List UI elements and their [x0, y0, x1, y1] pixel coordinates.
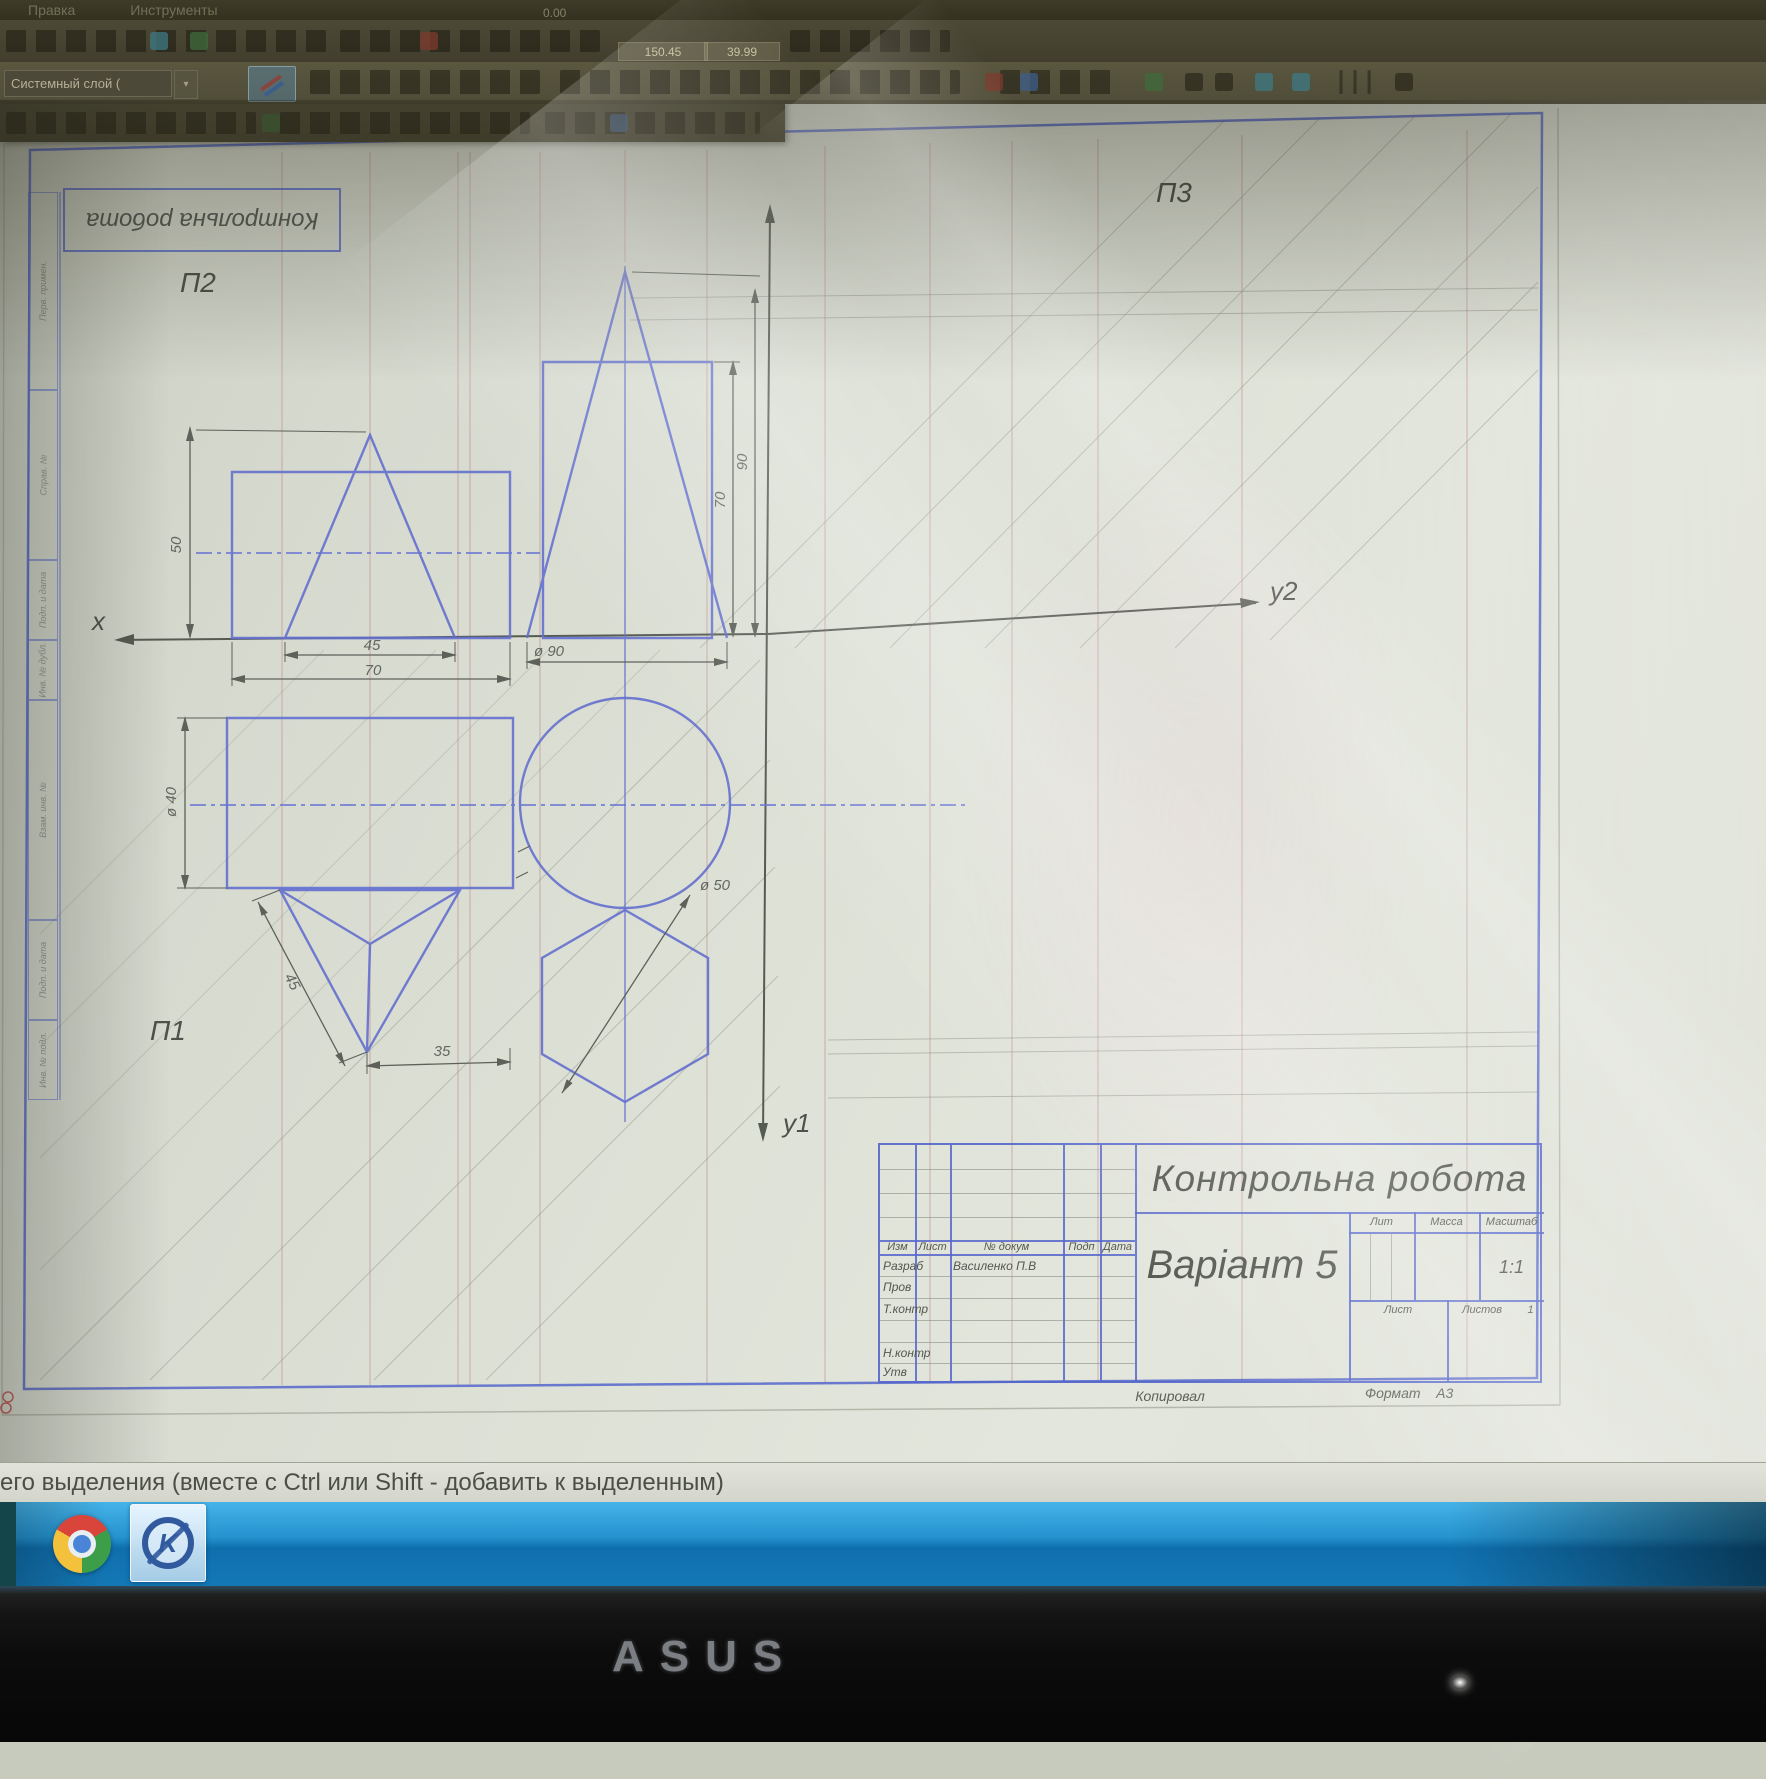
corner-stamp: Контрольна робота — [63, 188, 341, 252]
axis-y2-label: y2 — [1268, 576, 1298, 606]
monitor-brand-logo: ASUS — [612, 1632, 798, 1682]
axis-labels: x y1 y2 — [90, 576, 1298, 1138]
layer-selector[interactable]: Системный слой ( — [4, 70, 172, 97]
dim-hex-dia: ø 50 — [700, 877, 731, 894]
toolbar-icon[interactable] — [190, 32, 208, 50]
row-tkontr: Т.контр — [880, 1298, 953, 1319]
margin-box: Справ. № — [28, 390, 58, 560]
axis-x-label: x — [90, 606, 106, 636]
grid-icon[interactable]: ┃┃┃ — [1335, 70, 1377, 95]
toolbar-icon[interactable] — [1395, 73, 1413, 91]
plane-p2-label: П2 — [180, 267, 216, 298]
chevron-down-icon[interactable]: ▾ — [174, 70, 198, 99]
toolbar-standard[interactable] — [0, 20, 1766, 62]
coordinate-field-zero: 0.00 — [543, 6, 566, 20]
plane-labels: П2 П3 П1 — [150, 177, 1192, 1046]
row-razrab: Разраб — [880, 1255, 953, 1276]
toolbar-icon[interactable] — [1255, 73, 1273, 91]
listov-label: Листов — [1447, 1302, 1517, 1318]
screen-edge-glow — [0, 1586, 1766, 1594]
col-podp: Подп — [1063, 1240, 1100, 1254]
toolbar-icon[interactable] — [1145, 73, 1163, 91]
col-ndoc: № докум — [950, 1240, 1063, 1254]
col-list: Лист — [915, 1240, 950, 1254]
listov-value: 1 — [1517, 1302, 1544, 1318]
front-view-prism-pyramid[interactable] — [232, 435, 510, 638]
massa-header: Масса — [1414, 1214, 1479, 1230]
toolbar-icon[interactable] — [1292, 73, 1310, 91]
list-label: Лист — [1349, 1302, 1447, 1318]
active-tool-button[interactable] — [248, 66, 296, 102]
chrome-taskbar-button[interactable] — [46, 1508, 118, 1580]
dim-cone-height: 90 — [734, 453, 751, 470]
menu-item[interactable]: Инструменты — [130, 2, 217, 18]
title-block-title: Контрольна робота — [1135, 1145, 1544, 1212]
margin-box: Перв. примен. — [28, 192, 58, 390]
margin-box: Подп. и дата — [28, 560, 58, 640]
dim-cyl-height: 70 — [712, 491, 729, 508]
toolbar-icon[interactable] — [1215, 73, 1233, 91]
margin-box: Инв. № дубл. — [28, 640, 58, 700]
row-razrab-name: Василенко П.В — [950, 1255, 1066, 1276]
dim-plan-45: 45 — [281, 971, 304, 994]
kompas-icon: K — [142, 1517, 194, 1569]
col-data: Дата — [1100, 1240, 1135, 1254]
row-prov: Пров — [880, 1276, 953, 1297]
toolbar-icon[interactable] — [420, 32, 438, 50]
col-izm: Изм — [880, 1240, 915, 1254]
kopiroval-label: Копировал — [1090, 1388, 1250, 1404]
scale-value: 1:1 — [1479, 1245, 1544, 1290]
title-block: Изм Лист № докум Подп Дата Разраб Василе… — [878, 1143, 1542, 1383]
menu-bar[interactable]: Правка Инструменты — [0, 0, 1766, 20]
margin-box: Подп. и дата — [28, 920, 58, 1020]
coordinate-axes[interactable] — [114, 204, 1260, 1142]
format-value: А3 — [1436, 1385, 1453, 1401]
dim-cone-dia: ø 90 — [534, 643, 565, 660]
toolbar-icon[interactable] — [985, 73, 1003, 91]
start-button-edge[interactable] — [0, 1502, 16, 1586]
power-led — [1452, 1676, 1468, 1689]
kompas-taskbar-button[interactable]: K — [130, 1504, 206, 1582]
dim-50: 50 — [168, 536, 185, 553]
chrome-icon — [53, 1515, 111, 1573]
row-nkontr: Н.контр — [880, 1342, 953, 1363]
toolbar-icon[interactable] — [610, 114, 628, 132]
margin-box: Взам. инв. № — [28, 700, 58, 920]
toolbar-icon[interactable] — [1185, 73, 1203, 91]
document-name: Варіант 5 — [1135, 1225, 1349, 1305]
coord-y-field[interactable]: 39.99 — [704, 42, 780, 61]
toolbar-icon[interactable] — [262, 114, 280, 132]
toolbar-compact[interactable] — [0, 104, 785, 142]
monitor-bezel — [0, 1586, 1766, 1742]
status-bar: его выделения (вместе с Ctrl или Shift -… — [0, 1462, 1766, 1503]
dim-35: 35 — [434, 1043, 451, 1060]
plane-p3-label: П3 — [1156, 177, 1192, 208]
toolbar-icon[interactable] — [150, 32, 168, 50]
dim-45: 45 — [364, 637, 381, 654]
dim-70: 70 — [365, 662, 382, 679]
row-utv: Утв — [880, 1363, 953, 1381]
corner-stamp-text: Контрольна робота — [86, 206, 319, 234]
taskbar[interactable] — [0, 1502, 1766, 1586]
dim-plan-rect: ø 40 — [163, 786, 180, 817]
status-text: его выделения (вместе с Ctrl или Shift -… — [0, 1469, 724, 1497]
plane-p1-label: П1 — [150, 1015, 186, 1046]
origin-marker-icon — [1, 1392, 13, 1413]
menu-item[interactable]: Правка — [28, 2, 75, 18]
axis-y1-label: y1 — [781, 1108, 810, 1138]
lit-header: Лит — [1349, 1214, 1414, 1230]
masshtab-header: Масштаб — [1479, 1214, 1544, 1230]
margin-box: Инв. № подл. — [28, 1020, 58, 1100]
toolbar-icon[interactable] — [1020, 73, 1038, 91]
format-label: Формат А3 — [1365, 1385, 1453, 1401]
coord-x-field[interactable]: 150.45 — [618, 42, 708, 61]
